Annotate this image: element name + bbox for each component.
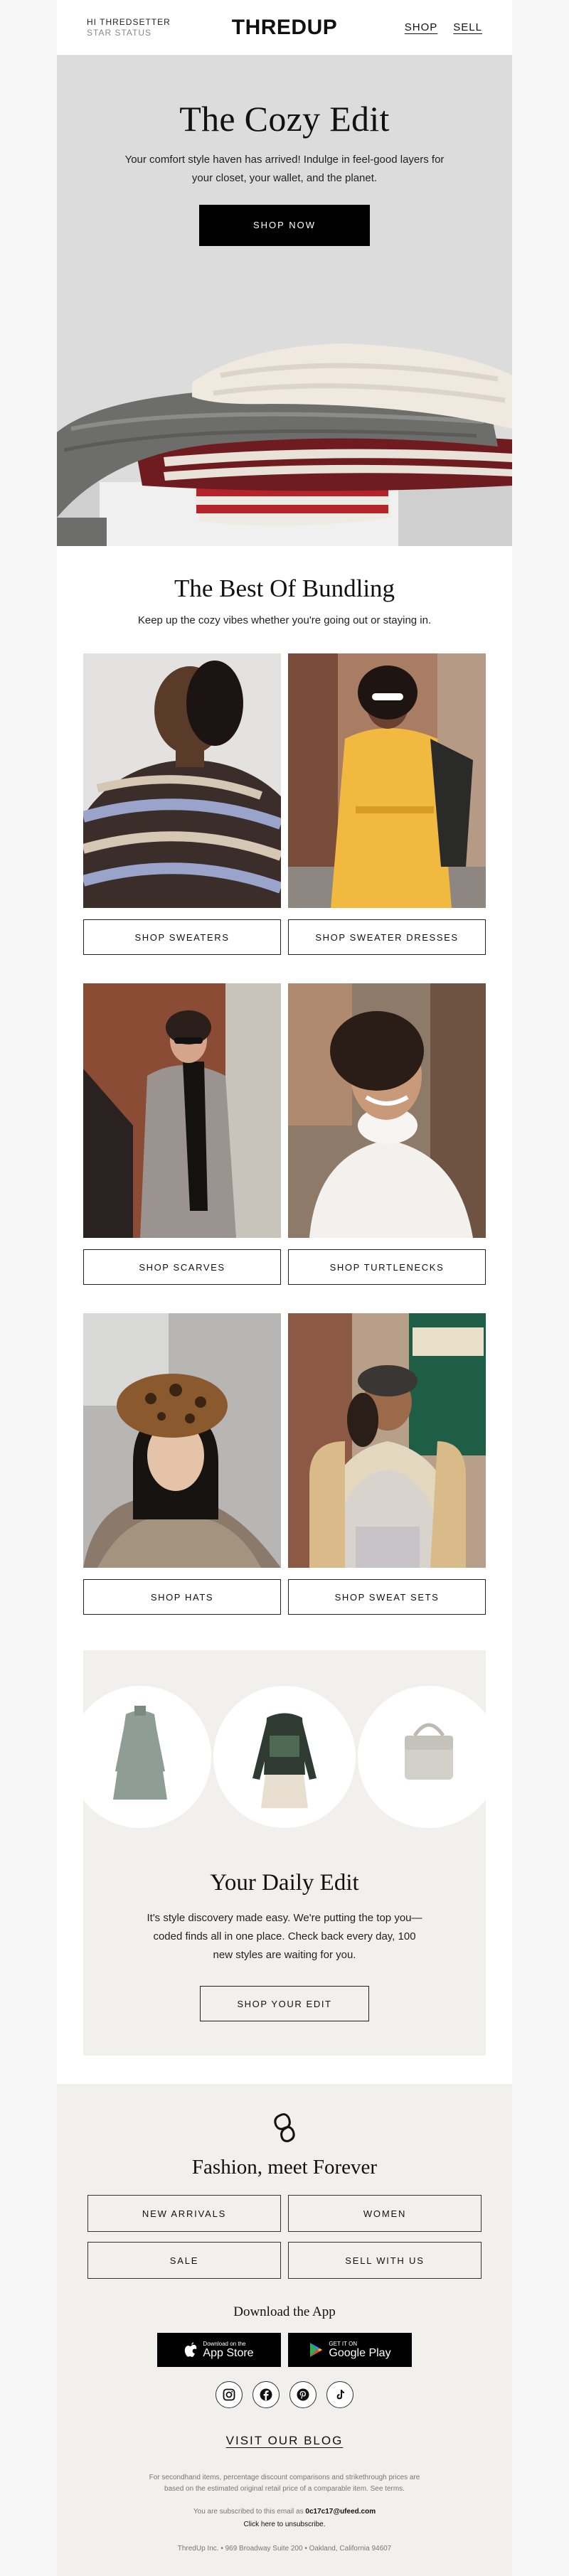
app-store-big-text: App Store (203, 2346, 254, 2359)
apple-icon (185, 2342, 197, 2357)
unsubscribe-link[interactable]: Click here to unsubscribe. (57, 2519, 512, 2530)
daily-edit-title: Your Daily Edit (210, 1870, 359, 1896)
nav-sell-link[interactable]: SELL (453, 21, 482, 33)
greeting-block: HI THREDSETTER STAR STATUS (87, 17, 171, 38)
email-header: HI THREDSETTER STAR STATUS THREDUP SHOP … (57, 0, 512, 55)
sweater-dresses-photo[interactable] (288, 653, 486, 908)
sale-link[interactable]: SALE (87, 2242, 281, 2279)
tile-turtlenecks: SHOP TURTLENECKS (288, 983, 486, 1285)
scarves-photo[interactable] (83, 983, 281, 1238)
turtlenecks-photo[interactable] (288, 983, 486, 1238)
disclaimer-text: For secondhand items, percentage discoun… (149, 2474, 420, 2493)
tile-scarves: SHOP SCARVES (83, 983, 281, 1285)
bundling-title: The Best Of Bundling (174, 574, 395, 602)
tile-sweat-sets: SHOP SWEAT SETS (288, 1313, 486, 1615)
social-links (57, 2381, 512, 2408)
tiktok-icon (336, 2390, 344, 2400)
app-store-badges: Download on the App Store GET IT ON Goog… (57, 2333, 512, 2367)
shop-sweater-dresses-button[interactable]: SHOP SWEATER DRESSES (288, 919, 486, 955)
app-store-button[interactable]: Download on the App Store (157, 2333, 281, 2367)
tiktok-link[interactable] (326, 2381, 353, 2408)
thredup-logo[interactable]: THREDUP (232, 16, 338, 40)
facebook-icon (260, 2388, 272, 2401)
shop-sweat-sets-button[interactable]: SHOP SWEAT SETS (288, 1579, 486, 1615)
subscriber-email: 0c17c17@ufeed.com (305, 2508, 376, 2516)
company-address: ThredUp Inc. • 969 Broadway Suite 200 • … (177, 2545, 392, 2553)
google-play-icon (310, 2343, 323, 2357)
facebook-link[interactable] (252, 2381, 280, 2408)
hero-banner: The Cozy Edit Your comfort style haven h… (57, 55, 512, 546)
google-play-big-text: Google Play (329, 2346, 391, 2359)
sweat-sets-photo[interactable] (288, 1313, 486, 1568)
greeting-text: HI THREDSETTER (87, 16, 171, 27)
app-store-small-text: Download on the (203, 2340, 246, 2347)
bundling-subtitle: Keep up the cozy vibes whether you're go… (137, 614, 432, 626)
top-nav: SHOP SELL (405, 21, 482, 33)
footer: Fashion, meet Forever NEW ARRIVALS WOMEN… (57, 2084, 512, 2576)
daily-edit-body: It's style discovery made easy. We're pu… (147, 1912, 422, 1961)
google-play-button[interactable]: GET IT ON Google Play (288, 2333, 412, 2367)
hero-title: The Cozy Edit (179, 99, 390, 139)
bundling-section: The Best Of Bundling Keep up the cozy vi… (57, 546, 512, 1615)
subscribed-prefix: You are subscribed to this email as (193, 2508, 304, 2516)
member-status: STAR STATUS (87, 27, 152, 38)
shop-scarves-button[interactable]: SHOP SCARVES (83, 1249, 281, 1285)
visit-blog-link[interactable]: VISIT OUR BLOG (226, 2434, 344, 2448)
shop-hats-button[interactable]: SHOP HATS (83, 1579, 281, 1615)
email-container: HI THREDSETTER STAR STATUS THREDUP SHOP … (57, 0, 512, 2576)
sweaters-photo[interactable] (83, 653, 281, 908)
footer-links: NEW ARRIVALS WOMEN SALE SELL WITH US (87, 2195, 482, 2279)
hats-photo[interactable] (83, 1313, 281, 1568)
daily-edit-panel: Your Daily Edit It's style discovery mad… (83, 1650, 486, 2056)
instagram-icon (223, 2388, 235, 2401)
thredup-mark-icon (274, 2113, 295, 2142)
instagram-link[interactable] (216, 2381, 243, 2408)
tile-sweaters: SHOP SWEATERS (83, 653, 281, 955)
tile-hats: SHOP HATS (83, 1313, 281, 1615)
tile-sweater-dresses: SHOP SWEATER DRESSES (288, 653, 486, 955)
shop-sweaters-button[interactable]: SHOP SWEATERS (83, 919, 281, 955)
daily-edit-products-image[interactable] (83, 1650, 486, 1849)
pinterest-link[interactable] (289, 2381, 317, 2408)
pinterest-icon (297, 2388, 309, 2401)
shop-now-button[interactable]: SHOP NOW (199, 205, 370, 246)
nav-shop-link[interactable]: SHOP (405, 21, 438, 33)
new-arrivals-link[interactable]: NEW ARRIVALS (87, 2195, 281, 2232)
legal-text: For secondhand items, percentage discoun… (57, 2472, 512, 2555)
product-grid: SHOP SWEATERS SHOP SWEATER DRESSES SHOP … (83, 653, 486, 1615)
google-play-small-text: GET IT ON (329, 2340, 358, 2347)
folded-sweaters-image[interactable] (57, 304, 512, 546)
hero-body: Your comfort style haven has arrived! In… (124, 154, 445, 184)
shop-your-edit-button[interactable]: SHOP YOUR EDIT (200, 1986, 369, 2021)
women-link[interactable]: WOMEN (288, 2195, 482, 2232)
shop-turtlenecks-button[interactable]: SHOP TURTLENECKS (288, 1249, 486, 1285)
footer-tagline: Fashion, meet Forever (191, 2156, 378, 2179)
sell-with-us-link[interactable]: SELL WITH US (288, 2242, 482, 2279)
download-app-title: Download the App (233, 2304, 336, 2319)
subscription-line: You are subscribed to this email as 0c17… (57, 2506, 512, 2518)
